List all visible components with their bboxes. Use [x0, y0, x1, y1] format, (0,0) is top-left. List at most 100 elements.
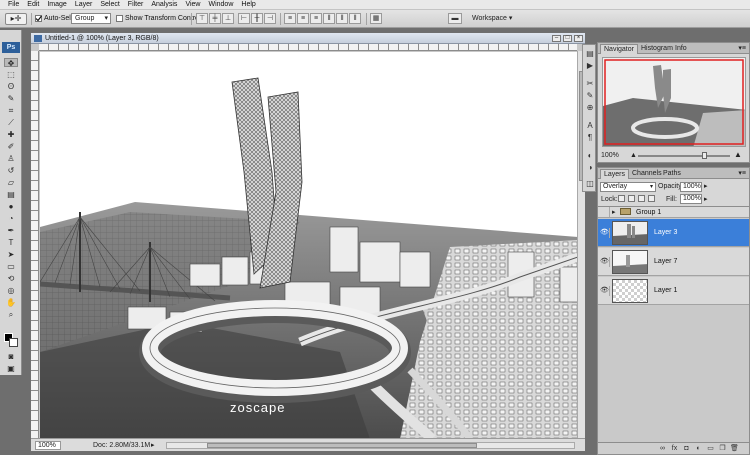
- zoom-in-icon[interactable]: ▲: [734, 150, 742, 159]
- opacity-arrow-icon[interactable]: ▸: [704, 182, 708, 191]
- fill-field[interactable]: 100%: [680, 194, 702, 204]
- marquee-tool-icon[interactable]: ⬚: [4, 70, 18, 79]
- blur-tool-icon[interactable]: ●: [4, 202, 18, 211]
- paragraph-panel-icon[interactable]: ¶: [585, 133, 595, 142]
- distribute-left-icon[interactable]: ⦀: [323, 13, 335, 24]
- eraser-icon[interactable]: ▱: [4, 178, 18, 187]
- visibility-icon[interactable]: 👁: [600, 257, 610, 267]
- document-title-bar[interactable]: Untitled-1 @ 100% (Layer 3, RGB/8) – □ ×: [31, 33, 585, 44]
- path-select-icon[interactable]: ➤: [4, 250, 18, 259]
- vertical-ruler[interactable]: [31, 51, 39, 438]
- brush-tool-icon[interactable]: ✐: [4, 142, 18, 151]
- navigator-zoom-slider[interactable]: [638, 152, 730, 159]
- slider-knob[interactable]: [702, 152, 707, 159]
- close-icon[interactable]: ×: [574, 35, 583, 42]
- menu-select[interactable]: Select: [96, 0, 123, 10]
- layer-row-layer7[interactable]: 👁 Layer 7: [598, 248, 749, 276]
- link-icon[interactable]: ∞: [658, 444, 667, 453]
- mask-icon[interactable]: ◘: [682, 444, 691, 453]
- pen-tool-icon[interactable]: ✒: [4, 226, 18, 235]
- adjustment-icon[interactable]: ◐: [694, 444, 703, 453]
- navigator-thumbnail[interactable]: [602, 57, 746, 147]
- new-layer-icon[interactable]: ❐: [718, 444, 727, 453]
- blend-mode-dropdown[interactable]: Overlay: [600, 182, 656, 192]
- distribute-hcenter-icon[interactable]: ⦀: [336, 13, 348, 24]
- brushes-panel-icon[interactable]: ✎: [585, 91, 595, 100]
- styles-panel-icon[interactable]: ◫: [585, 179, 595, 188]
- screen-mode-icon[interactable]: ▣: [4, 364, 18, 373]
- visibility-icon[interactable]: 👁: [600, 228, 610, 238]
- type-tool-icon[interactable]: T: [4, 238, 18, 247]
- menu-filter[interactable]: Filter: [124, 0, 148, 10]
- layer-row-layer1[interactable]: 👁 Layer 1: [598, 277, 749, 305]
- lock-all-icon[interactable]: [648, 195, 655, 202]
- tab-navigator[interactable]: Navigator: [600, 44, 638, 54]
- 3d-orbit-icon[interactable]: ◎: [4, 286, 18, 295]
- menu-edit[interactable]: Edit: [23, 0, 43, 10]
- background-color-swatch[interactable]: [9, 338, 18, 347]
- lock-image-icon[interactable]: [628, 195, 635, 202]
- opacity-field[interactable]: 100%: [680, 182, 702, 192]
- align-left-icon[interactable]: ⊢: [238, 13, 250, 24]
- panel-menu-icon[interactable]: ▾≡: [738, 169, 746, 178]
- zoom-out-icon[interactable]: ▲: [630, 151, 637, 160]
- auto-align-icon[interactable]: ▦: [370, 13, 382, 24]
- layer-name[interactable]: Layer 3: [654, 228, 677, 237]
- clone-source-icon[interactable]: ⊕: [585, 103, 595, 112]
- show-transform-checkbox[interactable]: [116, 15, 123, 22]
- tab-histogram[interactable]: Histogram: [638, 44, 676, 54]
- layer-row-group[interactable]: ▸ Group 1: [598, 207, 749, 218]
- layer-name[interactable]: Layer 1: [654, 286, 677, 295]
- crop-tool-icon[interactable]: ⌗: [4, 106, 18, 115]
- align-top-icon[interactable]: ⊤: [196, 13, 208, 24]
- maximize-icon[interactable]: □: [563, 35, 572, 42]
- folder-icon[interactable]: ▭: [706, 444, 715, 453]
- masks-panel-icon[interactable]: ◐: [585, 151, 595, 160]
- adjustments-panel-icon[interactable]: ◑: [585, 163, 595, 172]
- character-panel-icon[interactable]: A: [585, 121, 595, 130]
- tab-info[interactable]: Info: [672, 44, 690, 54]
- scroll-thumb[interactable]: [207, 443, 477, 448]
- layer-name[interactable]: Group 1: [636, 208, 661, 217]
- distribute-top-icon[interactable]: ≡: [284, 13, 296, 24]
- menu-image[interactable]: Image: [43, 0, 70, 10]
- 3d-rotate-icon[interactable]: ⟲: [4, 274, 18, 283]
- align-hcenter-icon[interactable]: ╫: [251, 13, 263, 24]
- visibility-icon[interactable]: [600, 207, 610, 217]
- lock-position-icon[interactable]: [638, 195, 645, 202]
- quick-mask-icon[interactable]: ◙: [4, 352, 18, 361]
- fx-icon[interactable]: fx: [670, 444, 679, 453]
- clone-stamp-icon[interactable]: ♙: [4, 154, 18, 163]
- hand-tool-icon[interactable]: ✋: [4, 298, 18, 307]
- distribute-bottom-icon[interactable]: ≡: [310, 13, 322, 24]
- distribute-vcenter-icon[interactable]: ≡: [297, 13, 309, 24]
- gradient-tool-icon[interactable]: ▤: [4, 190, 18, 199]
- status-menu-icon[interactable]: ▸: [151, 441, 155, 450]
- dodge-tool-icon[interactable]: ◔: [4, 214, 18, 223]
- lasso-tool-icon[interactable]: ʘ: [4, 82, 18, 91]
- panel-menu-icon[interactable]: ▾≡: [738, 44, 746, 53]
- tab-paths[interactable]: Paths: [660, 169, 684, 179]
- menu-view[interactable]: View: [181, 0, 204, 10]
- align-bottom-icon[interactable]: ⊥: [222, 13, 234, 24]
- healing-brush-icon[interactable]: ✚: [4, 130, 18, 139]
- zoom-field[interactable]: 100%: [35, 441, 61, 450]
- menu-analysis[interactable]: Analysis: [147, 0, 181, 10]
- workspace-icon[interactable]: ▬: [448, 13, 462, 24]
- fill-arrow-icon[interactable]: ▸: [704, 195, 708, 204]
- actions-panel-icon[interactable]: ▶: [585, 61, 595, 70]
- trash-icon[interactable]: 🗑: [730, 444, 739, 453]
- menu-file[interactable]: File: [4, 0, 23, 10]
- tab-layers[interactable]: Layers: [600, 169, 630, 179]
- shape-tool-icon[interactable]: ▭: [4, 262, 18, 271]
- menu-layer[interactable]: Layer: [71, 0, 97, 10]
- menu-window[interactable]: Window: [204, 0, 237, 10]
- minimize-icon[interactable]: –: [552, 35, 561, 42]
- menu-help[interactable]: Help: [237, 0, 259, 10]
- horizontal-scrollbar[interactable]: [166, 442, 575, 449]
- workspace-menu[interactable]: Workspace ▾: [472, 14, 512, 23]
- zoom-tool-icon[interactable]: ⌕: [4, 310, 18, 319]
- visibility-icon[interactable]: 👁: [600, 286, 610, 296]
- layer-row-layer3[interactable]: 👁 Layer 3: [598, 219, 749, 247]
- quick-select-icon[interactable]: ✎: [4, 94, 18, 103]
